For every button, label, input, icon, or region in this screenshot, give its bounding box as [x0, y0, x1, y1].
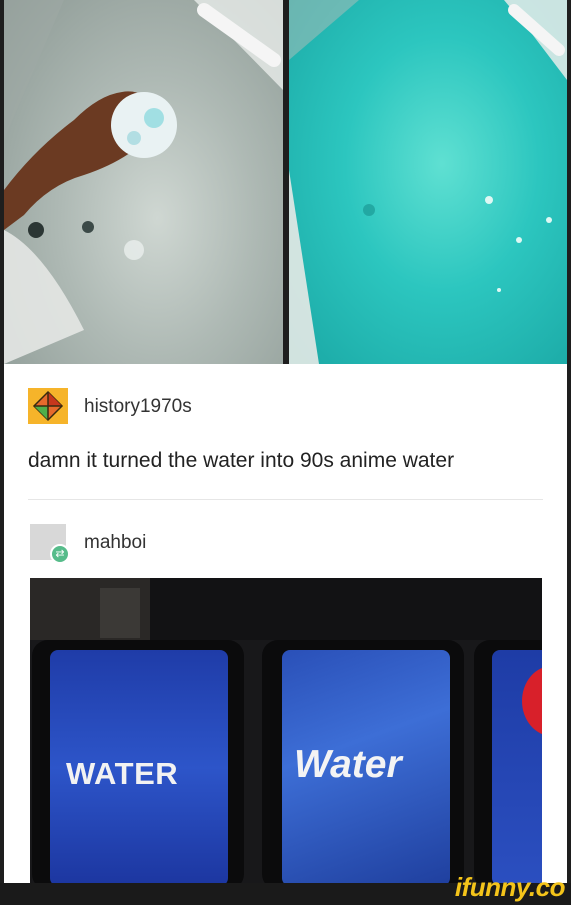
ifunny-watermark: ifunny.co [454, 872, 566, 902]
water-label-caps: WATER [66, 756, 179, 791]
avatar[interactable] [28, 388, 68, 424]
username[interactable]: mahboi [84, 532, 146, 554]
bath-before-illustration [4, 0, 283, 364]
bath-photo-after [289, 0, 567, 364]
vending-machine-photo: WATER Water [30, 578, 542, 883]
vending-top-illustration [30, 578, 542, 640]
post-text: damn it turned the water into 90s anime … [28, 449, 455, 472]
post-original: history1970s damn it turned the water in… [0, 364, 571, 500]
reblog-icon: ⇄ [50, 544, 70, 564]
bath-after-illustration [289, 0, 567, 364]
top-photo-pair [0, 0, 571, 364]
username[interactable]: history1970s [84, 396, 192, 418]
octahedron-avatar-icon [28, 388, 68, 424]
avatar[interactable]: ⇄ [30, 524, 70, 564]
water-label-script: Water [294, 743, 402, 786]
bath-photo-before [4, 0, 283, 364]
